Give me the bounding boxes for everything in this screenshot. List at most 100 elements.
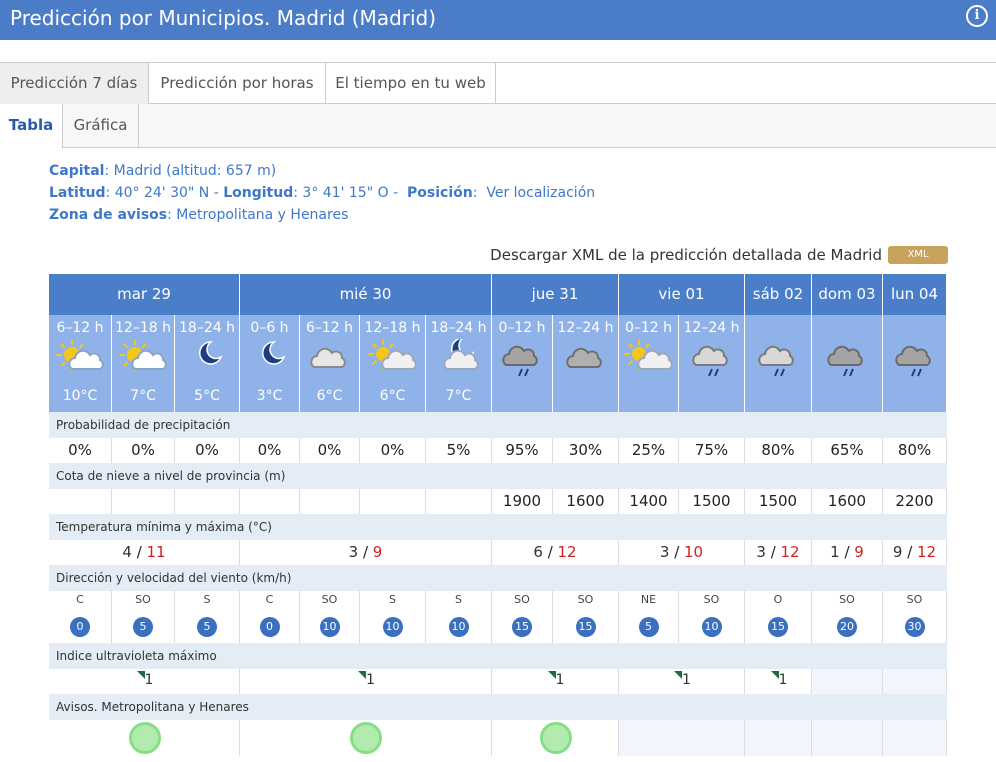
period-temp: 10°C <box>62 388 98 404</box>
wind-direction: S <box>203 593 211 606</box>
period-label: 12–24 h <box>557 320 614 336</box>
cloud-icon <box>309 347 346 368</box>
temp-min: 9 <box>892 543 903 561</box>
day-header: mar 29 <box>49 274 240 315</box>
wind-direction: C <box>76 593 84 606</box>
precip-value: 0% <box>49 438 112 463</box>
period-label: 6–12 h <box>56 320 104 336</box>
temp-max: 12 <box>917 543 937 561</box>
period-label: 0–12 h <box>624 320 673 336</box>
temp-min: 3 <box>348 543 359 561</box>
latitude-value: 40° 24' 30" N <box>114 185 210 201</box>
temp-separator: / <box>839 543 855 561</box>
temp-min-max: 3 / 12 <box>745 540 812 565</box>
forecast-table: mar 29 mié 30 jue 31 vie 01 sáb 02 dom 03 lun … <box>49 274 947 762</box>
period-cell: 6–12 h 6°C <box>300 315 360 412</box>
snow-level-value <box>175 489 240 514</box>
aviso-cell <box>240 720 492 756</box>
snow-level-value: 1900 <box>492 489 553 514</box>
precip-value: 95% <box>492 438 553 463</box>
snow-level-value <box>360 489 426 514</box>
wind-speed-badge: 20 <box>837 617 857 637</box>
wind-cell: SO 10 <box>679 591 745 643</box>
temp-separator: / <box>358 543 373 561</box>
period-temp: 7°C <box>445 388 472 404</box>
precip-value: 0% <box>300 438 360 463</box>
temp-max: 11 <box>146 543 166 561</box>
position-label: Posición <box>407 185 473 201</box>
ver-localizacion-link[interactable]: Ver localización <box>486 185 595 201</box>
wind-cell: C0 <box>240 591 300 643</box>
sun-cloud-faint-icon <box>367 339 417 370</box>
uv-value: 1 <box>682 672 691 688</box>
temp-min-max: 3 / 10 <box>619 540 745 565</box>
snow-level-value <box>300 489 360 514</box>
wind-direction: O <box>773 593 783 606</box>
uv-flag-icon <box>674 671 682 679</box>
aviso-green-icon[interactable] <box>539 722 572 754</box>
wind-speed-badge: 10 <box>382 617 403 637</box>
temp-max: 10 <box>684 543 704 561</box>
wind-direction: SO <box>906 593 923 606</box>
main-tabs: Predicción 7 días Predicción por horas E… <box>0 62 996 104</box>
subtab-tabla[interactable]: Tabla <box>0 104 63 148</box>
wind-cell: SO 20 <box>812 591 883 643</box>
uv-cell: 1 <box>745 669 812 694</box>
period-cell: 12–24 h <box>679 315 745 412</box>
aviso-green-icon[interactable] <box>350 722 382 754</box>
wind-speed-badge: 10 <box>448 617 469 637</box>
snow-level-value: 1600 <box>812 489 883 514</box>
dark-cloud-rain-icon <box>827 345 863 377</box>
temp-min: 1 <box>830 543 840 561</box>
period-temp: 3°C <box>256 388 283 404</box>
wind-speed-badge: 15 <box>768 617 788 637</box>
precip-value: 0% <box>360 438 426 463</box>
section-uv: Indice ultravioleta máximo <box>49 643 947 669</box>
uv-flag-icon <box>358 671 366 679</box>
uv-cell: 1 <box>619 669 745 694</box>
snow-level-value: 1600 <box>553 489 619 514</box>
longitude-label: Longitud <box>223 185 294 201</box>
info-icon[interactable]: i <box>966 5 988 27</box>
wind-direction: SO <box>839 593 855 606</box>
xml-download-button[interactable]: XML <box>888 246 948 264</box>
period-cell: 12–18 h 6°C <box>360 315 426 412</box>
tab-el-tiempo-en-tu-web[interactable]: El tiempo en tu web <box>326 63 496 104</box>
tab-prediccion-por-horas[interactable]: Predicción por horas <box>149 63 326 104</box>
snow-level-value <box>112 489 175 514</box>
snow-level-value <box>426 489 492 514</box>
uv-cell: 1 <box>492 669 619 694</box>
moon-icon <box>199 341 223 365</box>
aviso-cell <box>492 720 619 756</box>
precip-value: 65% <box>812 438 883 463</box>
wind-cell: S 10 <box>426 591 492 643</box>
uv-flag-icon <box>136 671 145 679</box>
aviso-cell <box>883 720 947 756</box>
uv-flag-icon <box>770 671 779 679</box>
snow-level-value: 1500 <box>679 489 745 514</box>
period-cell: 0–12 h <box>492 315 553 412</box>
precip-value: 75% <box>679 438 745 463</box>
period-label: 18–24 h <box>430 320 487 336</box>
aviso-green-icon[interactable] <box>128 722 161 754</box>
subtab-grafica[interactable]: Gráfica <box>63 104 139 147</box>
snow-level-value <box>240 489 300 514</box>
uv-cell <box>812 669 883 694</box>
aviso-cell <box>812 720 883 756</box>
temp-separator: / <box>542 543 558 561</box>
temp-separator: / <box>765 543 781 561</box>
temp-max: 9 <box>854 543 864 561</box>
section-avisos: Avisos. Metropolitana y Henares <box>49 694 947 720</box>
wind-speed-badge: 0 <box>259 617 280 637</box>
temp-max: 12 <box>557 543 577 561</box>
temp-min-max: 6 / 12 <box>492 540 619 565</box>
section-precip: Probabilidad de precipitación <box>49 412 947 438</box>
wind-cell: S 10 <box>360 591 426 643</box>
temp-separator: / <box>902 543 918 561</box>
tab-prediccion-7-dias[interactable]: Predicción 7 días <box>0 63 149 104</box>
wind-cell: SO 5 <box>112 591 175 643</box>
wind-direction: SO <box>135 593 151 606</box>
precip-value: 0% <box>240 438 300 463</box>
temp-min: 4 <box>122 543 132 561</box>
precip-value: 30% <box>553 438 619 463</box>
